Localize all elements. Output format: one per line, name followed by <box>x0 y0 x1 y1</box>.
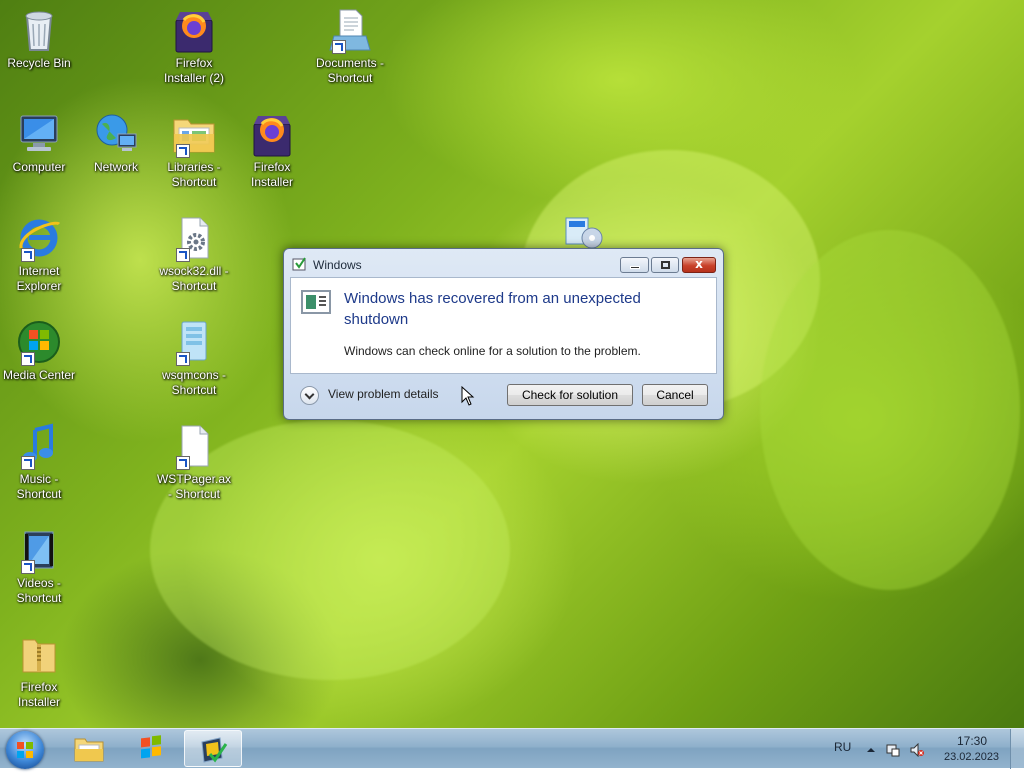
desktop-icon-documents[interactable]: Documents - Shortcut <box>311 6 389 86</box>
desktop-icon-videos[interactable]: Videos - Shortcut <box>0 526 78 606</box>
desktop-icon-label: Recycle Bin <box>7 56 71 70</box>
desktop-icon-recycle-bin[interactable]: Recycle Bin <box>0 6 78 71</box>
shortcut-arrow-icon <box>21 560 35 574</box>
taskbar-problem-reports[interactable] <box>184 730 242 767</box>
shortcut-arrow-icon <box>176 456 190 470</box>
libraries-folder-icon <box>170 110 218 158</box>
shortcut-arrow-icon <box>176 144 190 158</box>
maximize-button[interactable] <box>651 257 679 273</box>
chevron-down-icon[interactable] <box>300 386 319 405</box>
dialog-titlebar[interactable]: Windows x <box>284 249 723 279</box>
windows-logo-icon <box>17 742 33 758</box>
shortcut-arrow-icon <box>176 248 190 262</box>
show-hidden-icons-icon[interactable] <box>864 742 878 756</box>
hidden-desktop-icon[interactable] <box>562 212 606 249</box>
internet-explorer-icon <box>15 214 63 262</box>
desktop-icon-music[interactable]: Music - Shortcut <box>0 422 78 502</box>
dll-file-icon <box>170 214 218 262</box>
view-problem-details-link[interactable]: View problem details <box>328 387 439 401</box>
shortcut-arrow-icon <box>176 352 190 366</box>
check-for-solution-button[interactable]: Check for solution <box>507 384 633 406</box>
cancel-button[interactable]: Cancel <box>642 384 708 406</box>
desktop-icon-firefox-installer[interactable]: Firefox Installer <box>233 110 311 190</box>
desktop-icon-firefox-installer-2[interactable]: Firefox Installer (2) <box>155 6 233 86</box>
dialog-heading: Windows has recovered from an unexpected… <box>344 290 641 328</box>
desktop-icon-label: Libraries - Shortcut <box>167 160 221 189</box>
windows-update-icon <box>141 735 161 759</box>
desktop-icon-label: wsqmcons - Shortcut <box>161 368 226 397</box>
clock-time[interactable]: 17:30 <box>957 734 987 748</box>
windows-flag-icon <box>292 257 308 273</box>
network-icon <box>92 110 140 158</box>
taskbar: RU 17:30 23.02.2023 <box>0 728 1024 769</box>
dialog-title: Windows <box>313 258 362 272</box>
desktop-icon-computer[interactable]: Computer <box>0 110 78 175</box>
mouse-cursor-icon <box>461 385 475 406</box>
desktop-icon-wstpager[interactable]: WSTPager.ax - Shortcut <box>155 422 233 502</box>
desktop-icon-firefox-installer-zip[interactable]: Firefox Installer <box>0 630 78 710</box>
desktop-icon-media-center[interactable]: Media Center <box>0 318 78 383</box>
dialog-footer: View problem details Check for solution … <box>290 374 717 414</box>
desktop-icon-label: Videos - Shortcut <box>16 576 62 605</box>
exe-file-icon <box>170 318 218 366</box>
shortcut-arrow-icon <box>332 40 346 54</box>
start-button[interactable] <box>6 731 44 769</box>
firefox-installer-icon <box>170 6 218 54</box>
recovery-dialog: Windows x Windows has recovered from an … <box>283 248 724 420</box>
desktop-icon-label: Firefox Installer <box>250 160 294 189</box>
desktop-icon-internet-explorer[interactable]: Internet Explorer <box>0 214 78 294</box>
problem-reports-icon <box>201 737 228 763</box>
dialog-content: Windows has recovered from an unexpected… <box>290 277 717 374</box>
close-icon: x <box>695 257 703 271</box>
recycle-bin-icon <box>15 6 63 54</box>
taskbar-windows-update[interactable] <box>122 730 180 767</box>
system-report-icon <box>301 290 331 314</box>
desktop-icon-label: wsock32.dll - Shortcut <box>159 264 229 293</box>
videos-icon <box>15 526 63 574</box>
desktop-icon-label: Firefox Installer (2) <box>163 56 225 85</box>
shortcut-arrow-icon <box>21 456 35 470</box>
computer-icon <box>15 110 63 158</box>
explorer-icon <box>74 738 104 762</box>
clock-date[interactable]: 23.02.2023 <box>944 751 999 763</box>
show-desktop-button[interactable] <box>1010 729 1024 769</box>
language-indicator[interactable]: RU <box>834 740 851 754</box>
wallpaper-leaf <box>760 230 1020 590</box>
action-center-icon[interactable] <box>886 742 900 757</box>
desktop-icon-wsqmcons[interactable]: wsqmcons - Shortcut <box>155 318 233 398</box>
desktop-icon-label: Network <box>93 160 138 174</box>
desktop-icon-label: Firefox Installer <box>17 680 61 709</box>
shortcut-arrow-icon <box>21 248 35 262</box>
taskbar-explorer[interactable] <box>60 730 118 767</box>
desktop-icon-wsock32[interactable]: wsock32.dll - Shortcut <box>155 214 233 294</box>
minimize-button[interactable] <box>620 257 649 273</box>
dialog-body-text: Windows can check online for a solution … <box>344 344 641 358</box>
desktop-icon-label: Internet Explorer <box>16 264 62 293</box>
zip-folder-icon <box>15 630 63 678</box>
desktop-icon-label: Media Center <box>2 368 76 382</box>
desktop-icon-label: WSTPager.ax - Shortcut <box>156 472 232 501</box>
desktop-icon-network[interactable]: Network <box>77 110 155 175</box>
music-icon <box>15 422 63 470</box>
desktop-icon-libraries[interactable]: Libraries - Shortcut <box>155 110 233 190</box>
desktop-icon-label: Computer <box>12 160 66 174</box>
blank-file-icon <box>170 422 218 470</box>
desktop-icon-label: Music - Shortcut <box>16 472 62 501</box>
shortcut-arrow-icon <box>21 352 35 366</box>
firefox-installer-icon <box>248 110 296 158</box>
close-button[interactable]: x <box>682 257 716 273</box>
desktop-icon-label: Documents - Shortcut <box>315 56 385 85</box>
volume-muted-icon[interactable] <box>910 742 924 758</box>
media-center-icon <box>15 318 63 366</box>
documents-icon <box>326 6 374 54</box>
